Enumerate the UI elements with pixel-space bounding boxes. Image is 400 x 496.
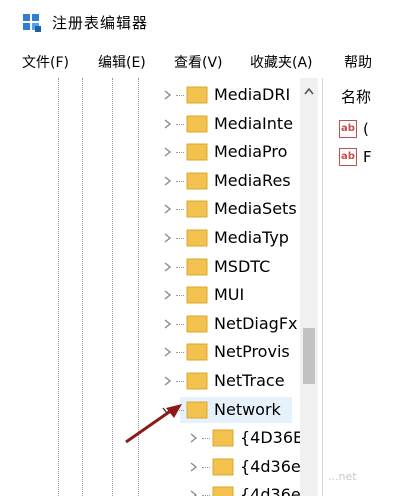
value-name: ( xyxy=(363,120,369,138)
tree-item[interactable]: MediaSets xyxy=(0,195,300,223)
chevron-right-icon[interactable] xyxy=(162,319,172,329)
tree-connector xyxy=(176,352,184,354)
chevron-right-icon[interactable] xyxy=(162,376,172,386)
tree-item-label: {4D36E xyxy=(240,428,300,448)
folder-icon xyxy=(186,343,208,361)
tree-item-label: NetDiagFx xyxy=(214,313,298,333)
tree-item-label: MediaPro xyxy=(214,142,288,162)
tree-connector xyxy=(176,381,184,382)
chevron-right-icon[interactable] xyxy=(162,119,172,129)
tree-connector xyxy=(202,438,210,440)
folder-icon xyxy=(186,286,208,304)
tree-item-label: MediaDRI xyxy=(214,85,291,104)
tree-item[interactable]: MediaDRI xyxy=(0,81,300,109)
menu-view[interactable]: 查看(V) xyxy=(174,52,223,72)
menu-bar: 文件(F) 编辑(E) 查看(V) 收藏夹(A) 帮助 xyxy=(0,48,400,74)
tree-item[interactable]: NetProvis xyxy=(0,338,300,366)
tree-item[interactable]: MSDTC xyxy=(0,253,300,281)
tree-item-label: NetProvis xyxy=(214,342,290,362)
chevron-right-icon[interactable] xyxy=(162,262,172,272)
menu-edit[interactable]: 编辑(E) xyxy=(98,52,146,72)
menu-help[interactable]: 帮助 xyxy=(344,52,372,72)
folder-icon xyxy=(186,115,208,133)
folder-icon xyxy=(186,315,208,333)
folder-icon xyxy=(186,86,208,104)
tree-item-label: Network xyxy=(214,399,281,419)
chevron-right-icon[interactable] xyxy=(188,490,198,496)
tree-connector xyxy=(176,95,184,96)
tree-item-label: MSDTC xyxy=(214,256,271,276)
folder-icon xyxy=(186,143,208,161)
folder-icon xyxy=(186,229,208,247)
tree-item-label: {4d36e xyxy=(240,485,300,496)
annotation-arrow-icon xyxy=(125,404,182,444)
tree-item[interactable]: MediaPro xyxy=(0,138,300,166)
tree-item[interactable]: {4d36e xyxy=(0,453,300,481)
chevron-right-icon[interactable] xyxy=(162,147,172,157)
tree-item[interactable]: MediaInte xyxy=(0,110,300,138)
folder-icon xyxy=(186,372,208,390)
scrollbar-thumb[interactable] xyxy=(303,328,315,384)
chevron-right-icon[interactable] xyxy=(162,290,172,300)
menu-file[interactable]: 文件(F) xyxy=(22,52,69,72)
string-value-icon: ab xyxy=(339,148,357,166)
tree-connector xyxy=(176,209,184,211)
tree-item-label: MediaTyp xyxy=(214,228,289,247)
tree-item[interactable]: NetDiagFx xyxy=(0,310,300,338)
tree-connector xyxy=(176,238,184,239)
tree-connector xyxy=(176,123,184,125)
folder-icon xyxy=(212,486,234,496)
tree-item-label: NetTrace xyxy=(214,371,285,390)
scroll-up-icon[interactable] xyxy=(303,86,315,96)
registry-editor-icon xyxy=(23,14,41,32)
tree-item-label: MediaInte xyxy=(214,113,294,133)
chevron-right-icon[interactable] xyxy=(162,90,172,100)
chevron-right-icon[interactable] xyxy=(162,204,172,214)
folder-icon xyxy=(186,258,208,276)
tree-connector xyxy=(176,323,184,325)
folder-icon xyxy=(186,200,208,218)
tree-connector xyxy=(176,152,184,154)
value-name: F xyxy=(363,148,372,166)
tree-item-label: {4d36e xyxy=(240,456,300,476)
tree-connector xyxy=(202,466,210,468)
title-bar: 注册表编辑器 xyxy=(0,0,400,44)
tree-item-label: MUI xyxy=(214,285,245,305)
tree-item[interactable]: MediaRes xyxy=(0,167,300,195)
tree-item[interactable]: NetTrace xyxy=(0,367,300,395)
chevron-right-icon[interactable] xyxy=(162,233,172,243)
tree-item[interactable]: MUI xyxy=(0,281,300,309)
chevron-right-icon[interactable] xyxy=(188,462,198,472)
values-pane: 名称 ab ( ab F xyxy=(322,78,400,496)
folder-icon xyxy=(212,458,234,476)
chevron-right-icon[interactable] xyxy=(162,347,172,357)
chevron-right-icon[interactable] xyxy=(162,176,172,186)
tree-item[interactable]: MediaTyp xyxy=(0,224,300,252)
tree-connector xyxy=(176,295,184,297)
tree-item-label: MediaRes xyxy=(214,170,291,190)
folder-icon xyxy=(186,172,208,190)
string-value-icon: ab xyxy=(339,120,357,138)
watermark: ...net xyxy=(328,470,357,483)
tree-scrollbar[interactable] xyxy=(300,78,318,496)
tree-item-label: MediaSets xyxy=(214,199,297,219)
column-header-name[interactable]: 名称 xyxy=(341,86,371,107)
menu-favorites[interactable]: 收藏夹(A) xyxy=(250,52,313,72)
folder-icon xyxy=(212,429,234,447)
window-title: 注册表编辑器 xyxy=(52,14,149,32)
tree-connector xyxy=(176,266,184,268)
tree-item[interactable]: {4d36e xyxy=(0,481,300,496)
tree-connector xyxy=(176,180,184,182)
